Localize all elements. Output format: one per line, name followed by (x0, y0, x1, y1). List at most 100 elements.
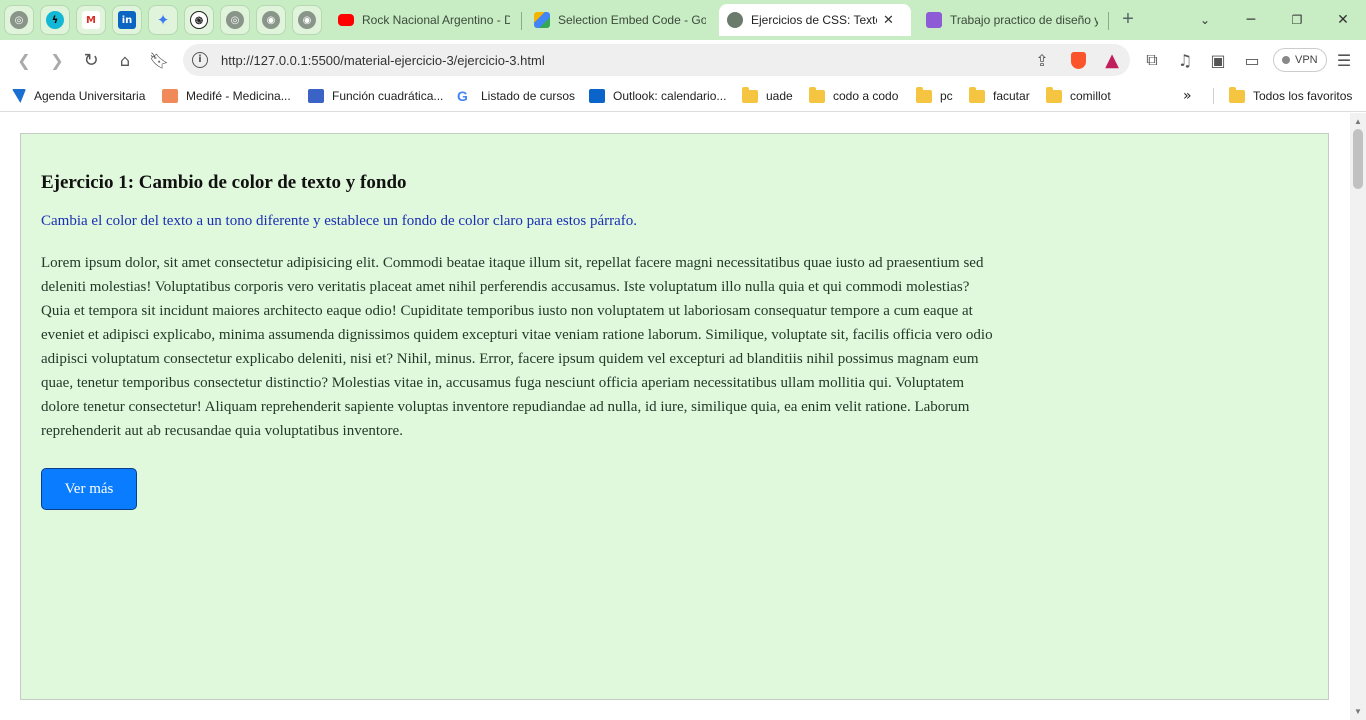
bookmarks-bar: Agenda Universitaria Medifé - Medicina..… (0, 80, 1366, 112)
youtube-icon (338, 14, 354, 26)
outlook-icon (589, 89, 605, 103)
bookmark-folder[interactable]: comillot (1046, 86, 1111, 105)
ver-mas-button[interactable]: Ver más (41, 468, 137, 510)
close-window-button[interactable]: ✕ (1320, 0, 1366, 40)
gmail-icon: M (82, 11, 100, 29)
extensions-icon[interactable]: ⧉ (1140, 48, 1164, 72)
tab-title: Rock Nacional Argentino - D (362, 13, 510, 27)
folder-icon (969, 86, 985, 103)
bookmark-item[interactable]: Agenda Universitaria (12, 87, 145, 105)
bolt-icon: ϟ (46, 11, 64, 29)
bookmark-label: facutar (993, 89, 1030, 103)
brave-shields-icon[interactable] (1066, 48, 1090, 72)
pinned-tab[interactable]: ◎ (4, 5, 34, 35)
medife-icon (162, 89, 178, 103)
tab-search-icon[interactable]: ⌄ (1182, 0, 1228, 40)
minimize-button[interactable]: ─ (1228, 0, 1274, 40)
bookmark-item[interactable]: G Listado de cursos (457, 87, 575, 105)
forward-button[interactable]: ❯ (45, 48, 69, 72)
bookmark-label: pc (940, 89, 953, 103)
pinned-tab[interactable]: ◉ (256, 5, 286, 35)
bookmark-folder[interactable]: facutar (969, 86, 1030, 105)
bookmark-item[interactable]: Medifé - Medicina... (162, 87, 291, 105)
bookmark-item[interactable]: Función cuadrática... (308, 87, 443, 105)
pinned-tab[interactable]: ✦ (148, 5, 178, 35)
restore-button[interactable]: ❐ (1274, 0, 1320, 40)
pinned-tab[interactable]: ◉ (292, 5, 322, 35)
tab-title: Ejercicios de CSS: Texto y (751, 13, 877, 27)
folder-icon (1229, 86, 1245, 103)
back-button[interactable]: ❮ (12, 48, 36, 72)
pinned-tab[interactable]: ◎ (220, 5, 250, 35)
folder-icon (916, 86, 932, 103)
brave-rewards-icon[interactable]: ▲ (1100, 48, 1124, 72)
math-icon (308, 89, 324, 103)
bookmark-label: Agenda Universitaria (34, 89, 146, 103)
bookmarks-divider (1213, 88, 1214, 104)
vpn-label: VPN (1295, 54, 1318, 66)
home-button[interactable]: ⌂ (113, 48, 137, 72)
pinned-tab[interactable]: in (112, 5, 142, 35)
pinned-tab[interactable]: ֍ (184, 5, 214, 35)
scrollbar-thumb[interactable] (1353, 129, 1363, 189)
bookmark-label: Outlook: calendario... (613, 89, 727, 103)
tab-divider (1108, 12, 1109, 30)
gemini-icon: ✦ (156, 11, 170, 29)
body-paragraph: Lorem ipsum dolor, sit amet consectetur … (41, 255, 993, 439)
bookmark-label: Todos los favoritos (1253, 89, 1353, 103)
bookmark-folder[interactable]: codo a codo (809, 86, 899, 105)
chatgpt-icon: ֍ (190, 11, 208, 29)
media-icon[interactable]: ♫ (1173, 48, 1197, 72)
wallet-icon[interactable]: ▭ (1240, 48, 1264, 72)
all-bookmarks-folder[interactable]: Todos los favoritos (1229, 86, 1353, 105)
browser-toolbar: ❮ ❯ ↻ ⌂ 🔖︎ i http://127.0.0.1:5500/mater… (0, 40, 1366, 80)
bookmark-label: uade (766, 89, 793, 103)
address-bar[interactable]: i http://127.0.0.1:5500/material-ejercic… (183, 44, 1130, 76)
lead-paragraph: Cambia el color del texto a un tono dife… (41, 213, 638, 229)
more-bookmarks-icon[interactable]: » (1183, 87, 1192, 105)
close-tab-icon[interactable]: ✕ (883, 12, 894, 28)
google-icon: G (457, 88, 468, 104)
linkedin-icon: in (118, 11, 136, 29)
tab-title: Trabajo practico de diseño y (950, 13, 1098, 27)
tab-trabajo[interactable]: Trabajo practico de diseño y (918, 6, 1106, 34)
globe-icon: ◎ (226, 11, 244, 29)
site-info-icon[interactable]: i (192, 52, 208, 68)
tab-divider (521, 12, 522, 30)
scroll-up-icon[interactable]: ▲ (1354, 117, 1362, 126)
exercise-card: Ejercicio 1: Cambio de color de texto y … (20, 133, 1329, 700)
url-text[interactable]: http://127.0.0.1:5500/material-ejercicio… (221, 53, 545, 68)
embed-icon (534, 12, 550, 28)
bookmark-label: codo a codo (833, 89, 899, 103)
tab-active[interactable]: Ejercicios de CSS: Texto y ✕ (719, 4, 911, 36)
bookmark-label: Medifé - Medicina... (186, 89, 291, 103)
vpn-status-icon (1282, 56, 1290, 64)
page-scrollbar[interactable]: ▲ ▼ (1350, 113, 1366, 720)
bookmark-icon[interactable]: 🔖︎ (147, 48, 171, 72)
folder-icon (809, 86, 825, 103)
github-icon: ◉ (262, 11, 280, 29)
share-icon[interactable]: ⇪ (1030, 48, 1054, 72)
globe-icon (727, 12, 743, 28)
github-icon: ◉ (298, 11, 316, 29)
tab-strip: ◎ ϟ M in ✦ ֍ ◎ ◉ ◉ Rock Nacional Argenti… (0, 0, 1366, 40)
sidebar-icon[interactable]: ▣ (1206, 48, 1230, 72)
tab-embed[interactable]: Selection Embed Code - Goo (526, 6, 714, 34)
scroll-down-icon[interactable]: ▼ (1354, 707, 1362, 716)
bookmark-item[interactable]: Outlook: calendario... (589, 87, 726, 105)
pinned-tab[interactable]: ϟ (40, 5, 70, 35)
reload-button[interactable]: ↻ (79, 48, 103, 72)
menu-icon[interactable]: ☰ (1332, 48, 1356, 72)
uade-icon (12, 89, 26, 103)
page-viewport: Ejercicio 1: Cambio de color de texto y … (0, 113, 1350, 720)
bookmark-label: comillot (1070, 89, 1111, 103)
bookmark-folder[interactable]: pc (916, 86, 953, 105)
bookmark-label: Listado de cursos (481, 89, 576, 103)
folder-icon (1046, 86, 1062, 103)
bookmark-folder[interactable]: uade (742, 86, 793, 105)
tab-youtube[interactable]: Rock Nacional Argentino - D (330, 6, 518, 34)
vpn-button[interactable]: VPN (1273, 48, 1327, 72)
new-tab-button[interactable]: + (1116, 6, 1140, 34)
exercise-heading: Ejercicio 1: Cambio de color de texto y … (41, 172, 407, 193)
pinned-tab[interactable]: M (76, 5, 106, 35)
